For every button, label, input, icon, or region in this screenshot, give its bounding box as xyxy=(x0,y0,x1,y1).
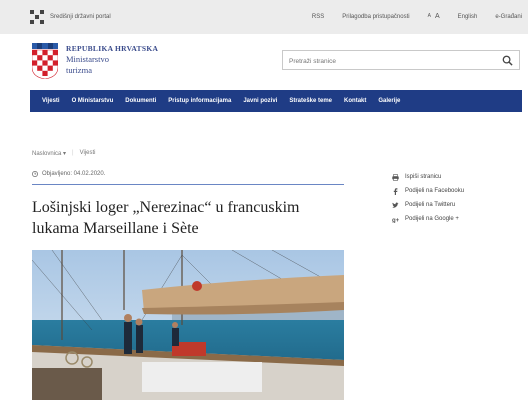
google-plus-icon: g+ xyxy=(392,218,399,223)
nav-item-pristup-informacijama[interactable]: Pristup informacijama xyxy=(168,98,231,104)
search-input[interactable] xyxy=(289,56,489,66)
article-title: Lošinjski loger „Nerezinac“ u francuskim… xyxy=(32,199,300,237)
print-page-link[interactable]: Ispiši stranicu xyxy=(392,170,464,184)
accessibility-link[interactable]: Prilagodba pristupačnosti xyxy=(342,14,409,20)
breadcrumb-current[interactable]: Vijesti xyxy=(80,150,96,157)
share-google-plus-label: Podijeli na Google + xyxy=(405,216,459,222)
share-twitter-link[interactable]: Podijeli na Twitteru xyxy=(392,198,464,212)
svg-text:g+: g+ xyxy=(392,218,399,223)
search-icon[interactable] xyxy=(502,55,513,66)
breadcrumb: Naslovnica ▾ | Vijesti xyxy=(32,150,96,157)
font-decrease-button[interactable]: A xyxy=(428,13,431,20)
search-box xyxy=(282,50,520,70)
share-facebook-link[interactable]: Podijeli na Facebooku xyxy=(392,184,464,198)
english-link[interactable]: English xyxy=(458,14,478,20)
share-facebook-label: Podijeli na Facebooku xyxy=(405,188,465,194)
croatian-coat-of-arms-logo[interactable] xyxy=(32,43,58,79)
top-utility-bar: Središnji državni portal RSS Prilagodba … xyxy=(0,0,528,34)
nav-item-galerije[interactable]: Galerije xyxy=(378,98,400,104)
nav-item-vijesti[interactable]: Vijesti xyxy=(42,98,60,104)
share-google-plus-link[interactable]: g+ Podijeli na Google + xyxy=(392,212,464,226)
clock-icon xyxy=(32,171,38,177)
print-icon xyxy=(392,173,399,181)
utility-links: RSS Prilagodba pristupačnosti A A Englis… xyxy=(312,13,522,20)
ministry-name[interactable]: REPUBLIKA HRVATSKA Ministarstvo turizma xyxy=(66,43,158,76)
print-page-label: Ispiši stranicu xyxy=(405,174,442,180)
ministry-line: Ministarstvo xyxy=(66,54,109,64)
gov-portal-label: Središnji državni portal xyxy=(50,14,111,20)
font-increase-button[interactable]: A xyxy=(435,13,440,20)
nav-item-strateske-teme[interactable]: Strateške teme xyxy=(289,98,332,104)
nav-item-o-ministarstvu[interactable]: O Ministarstvu xyxy=(72,98,114,104)
breadcrumb-home[interactable]: Naslovnica ▾ xyxy=(32,150,66,157)
e-gradani-link[interactable]: e-Građani xyxy=(495,14,522,20)
share-twitter-label: Podijeli na Twitteru xyxy=(405,202,456,208)
nav-item-javni-pozivi[interactable]: Javni pozivi xyxy=(243,98,277,104)
ship-photo-image xyxy=(32,250,344,400)
gov-portal-icon xyxy=(30,10,44,24)
ministry-department: turizma xyxy=(66,65,92,75)
font-size-controls: A A xyxy=(428,13,440,20)
rss-link[interactable]: RSS xyxy=(312,14,324,20)
publish-date: Objavljeno: 04.02.2020. xyxy=(32,171,105,177)
share-sidebar: Ispiši stranicu Podijeli na Facebooku Po… xyxy=(392,170,464,226)
title-divider xyxy=(32,184,344,185)
nav-item-kontakt[interactable]: Kontakt xyxy=(344,98,366,104)
article-photo[interactable] xyxy=(32,250,344,400)
nav-item-dokumenti[interactable]: Dokumenti xyxy=(125,98,156,104)
gov-portal-link[interactable]: Središnji državni portal xyxy=(30,10,111,24)
main-navigation: Vijesti O Ministarstvu Dokumenti Pristup… xyxy=(30,90,522,112)
facebook-icon xyxy=(393,187,398,195)
ministry-country: REPUBLIKA HRVATSKA xyxy=(66,44,159,53)
breadcrumb-separator: | xyxy=(72,150,74,156)
publish-date-text: Objavljeno: 04.02.2020. xyxy=(42,171,106,177)
twitter-icon xyxy=(392,202,399,208)
